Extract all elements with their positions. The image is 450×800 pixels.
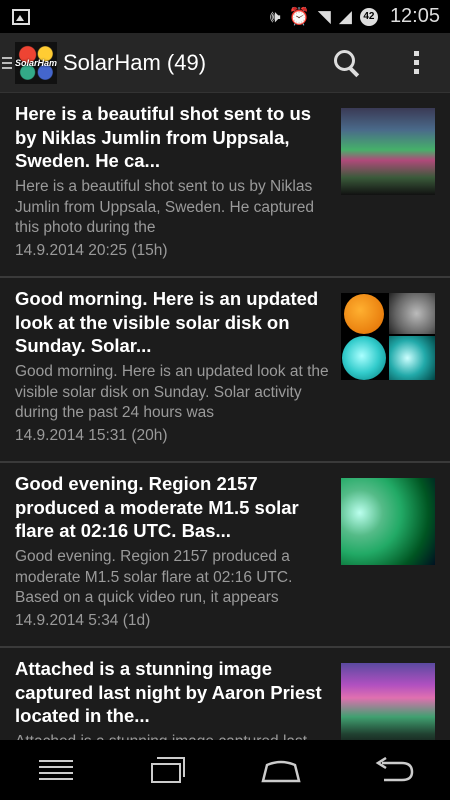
clock: 12:05 — [389, 5, 440, 27]
drawer-menu-icon[interactable] — [2, 56, 12, 69]
back-icon — [375, 757, 414, 782]
recent-apps-icon — [150, 757, 187, 783]
post-snippet: Good morning. Here is an updated look at… — [15, 363, 329, 421]
navigation-bar — [0, 740, 450, 800]
aurora-thumbnail — [341, 108, 435, 195]
post-title: Good evening. Region 2157 produced a mod… — [15, 473, 299, 541]
post-snippet: Here is a beautiful shot sent to us by N… — [15, 178, 314, 236]
list-item[interactable]: Attached is a stunning image captured la… — [0, 648, 450, 740]
list-item[interactable]: Good evening. Region 2157 produced a mod… — [0, 463, 450, 648]
post-date: 14.9.2014 20:25 (15h) — [15, 242, 168, 259]
alarm-icon: ⏰ — [288, 6, 310, 26]
list-item[interactable]: Here is a beautiful shot sent to us by N… — [0, 93, 450, 278]
recent-apps-button[interactable] — [139, 750, 199, 790]
app-logo[interactable]: SolarHam — [14, 41, 58, 84]
solar-disk-thumbnail — [341, 293, 435, 380]
post-snippet: Attached is a stunning image captured la… — [15, 732, 335, 740]
app-title: SolarHam (49) — [63, 49, 207, 75]
action-bar: SolarHam SolarHam (49) — [0, 33, 450, 93]
home-button[interactable] — [251, 750, 311, 790]
overflow-menu-icon[interactable] — [406, 51, 426, 74]
search-icon[interactable] — [330, 45, 366, 81]
signal-icon: ◢ — [338, 6, 352, 26]
home-icon — [261, 760, 301, 783]
wifi-icon: ◥ — [317, 6, 331, 26]
status-bar: 🕪 ⏰ ◥ ◢ 42 12:05 — [0, 0, 450, 33]
app-logo-text: SolarHam — [14, 57, 58, 68]
post-date: 14.9.2014 5:34 (1d) — [15, 612, 151, 629]
solar-flare-thumbnail — [341, 478, 435, 565]
post-list[interactable]: Here is a beautiful shot sent to us by N… — [0, 93, 450, 740]
image-notification-icon — [12, 8, 30, 25]
vibrate-icon: 🕪 — [269, 6, 281, 26]
menu-icon — [39, 760, 74, 780]
list-item[interactable]: Good morning. Here is an updated look at… — [0, 278, 450, 463]
post-snippet: Good evening. Region 2157 produced a mod… — [15, 548, 293, 606]
battery-icon: 42 — [359, 7, 378, 26]
back-button[interactable] — [364, 750, 424, 790]
aurora-thumbnail — [341, 663, 435, 740]
post-title: Here is a beautiful shot sent to us by N… — [15, 103, 312, 171]
post-title: Good morning. Here is an updated look at… — [15, 288, 319, 356]
menu-button[interactable] — [26, 750, 86, 790]
post-date: 14.9.2014 15:31 (20h) — [15, 427, 168, 444]
post-title: Attached is a stunning image captured la… — [15, 658, 322, 726]
